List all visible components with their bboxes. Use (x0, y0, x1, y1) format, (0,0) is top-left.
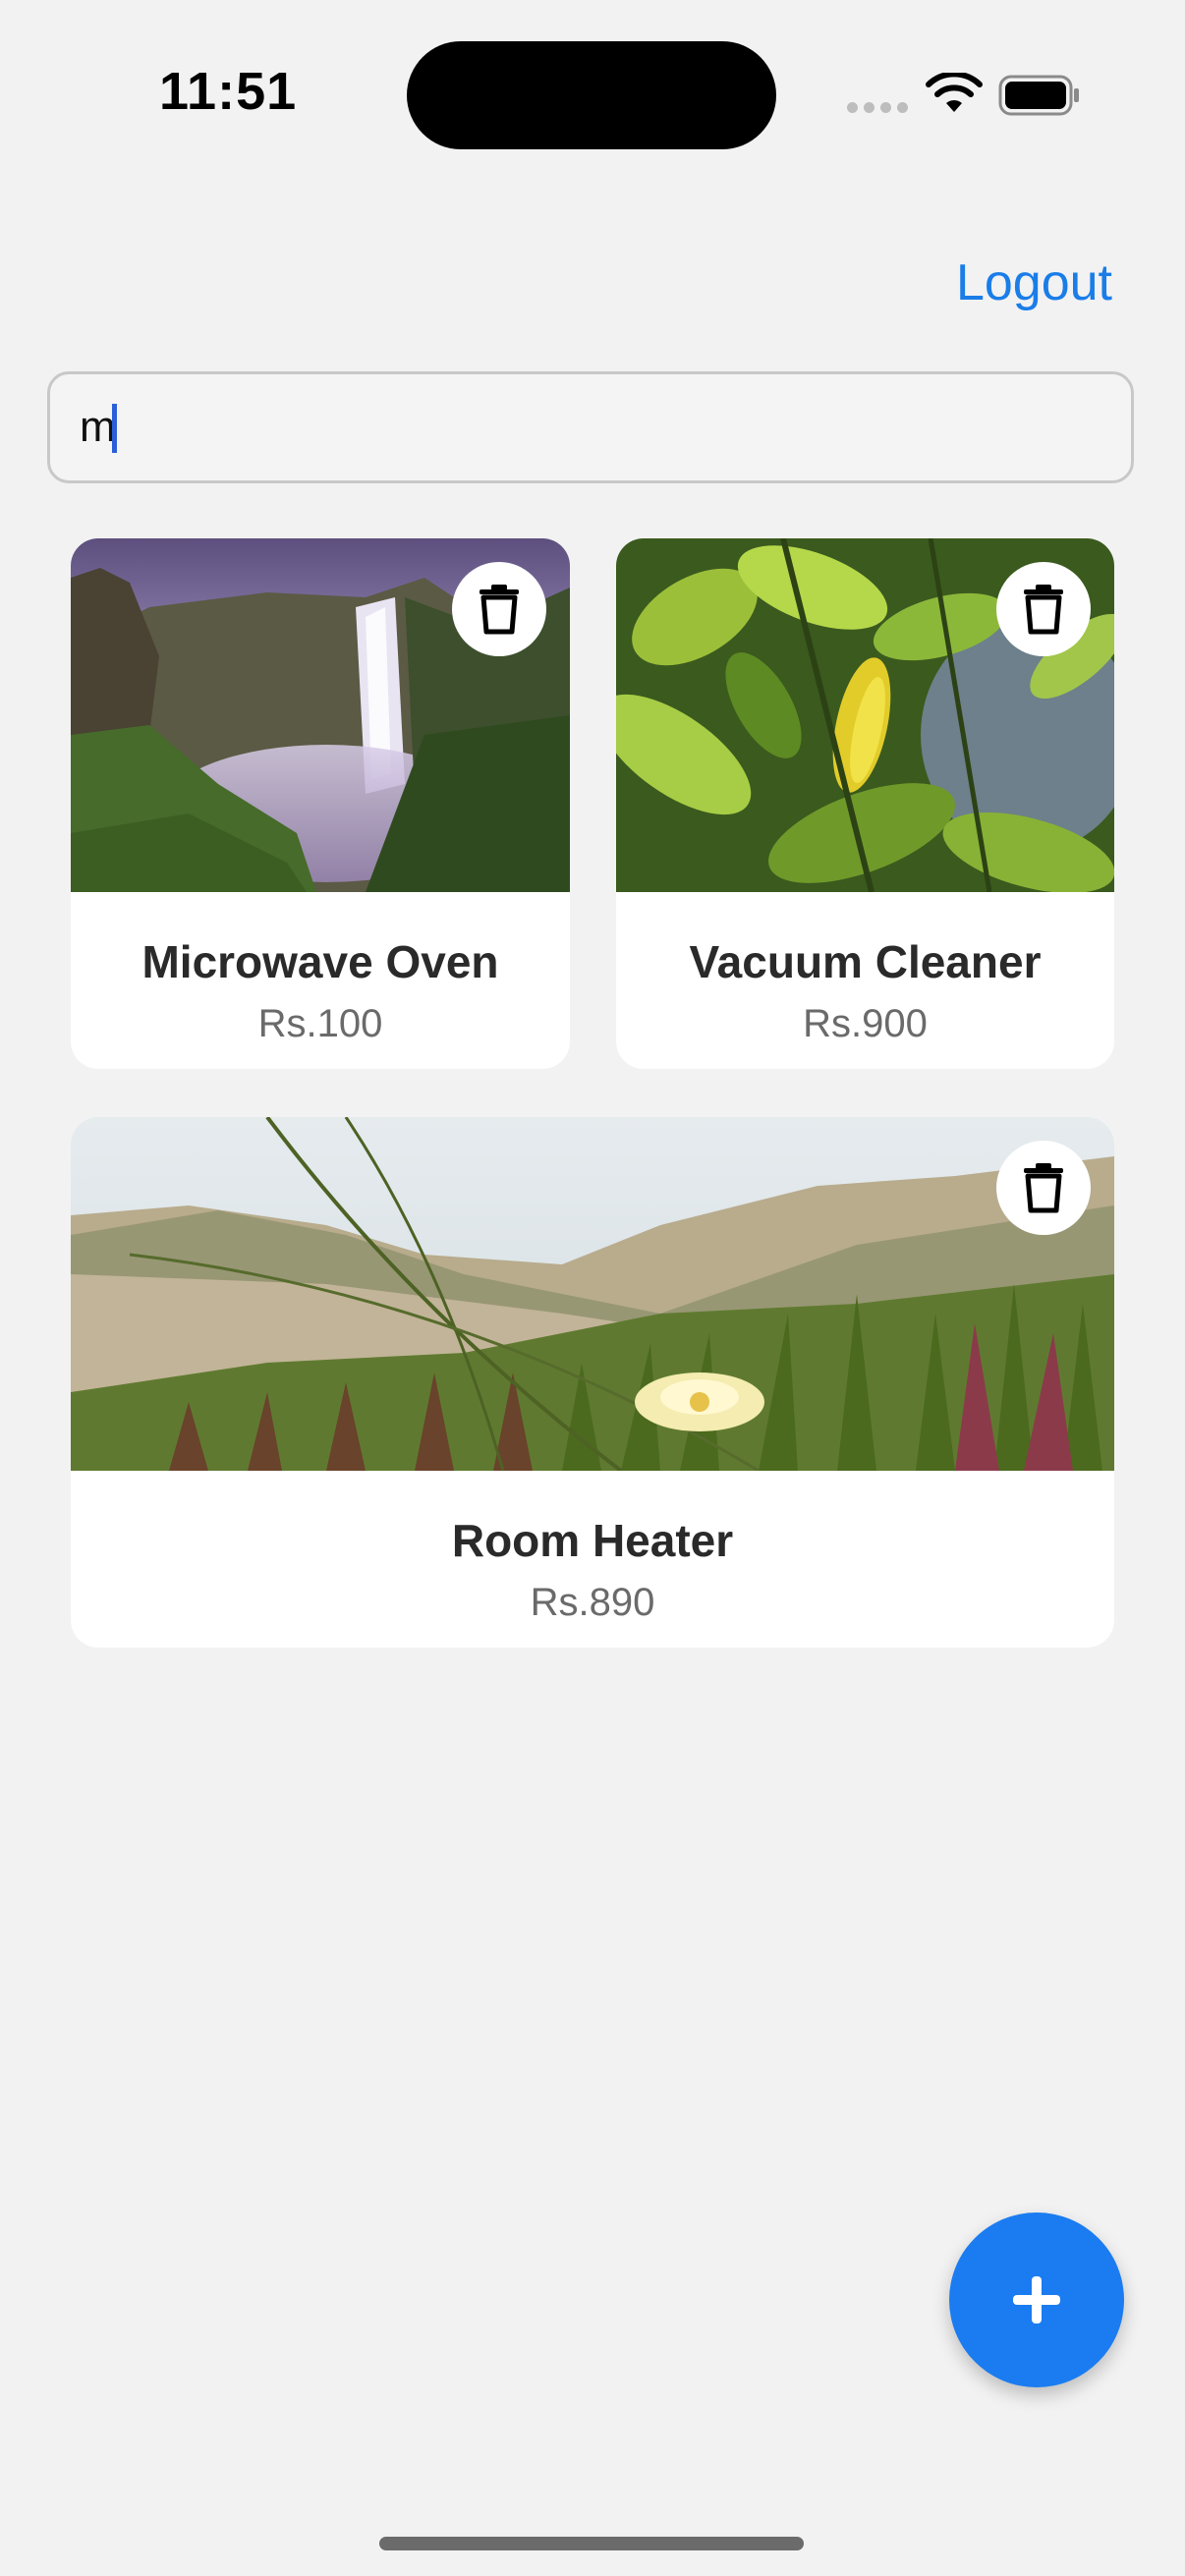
delete-button[interactable] (452, 562, 546, 656)
status-time: 11:51 (159, 62, 298, 121)
delete-button[interactable] (996, 1141, 1091, 1235)
product-title: Room Heater (451, 1515, 734, 1566)
text-caret (112, 404, 117, 453)
dynamic-island (407, 41, 776, 149)
add-item-button[interactable] (949, 2212, 1124, 2387)
dune-flower-photo (71, 1117, 1114, 1471)
wifi-icon (926, 73, 983, 112)
product-card-vacuum-cleaner[interactable]: Vacuum Cleaner Rs.900 (616, 538, 1114, 1069)
plus-icon (1013, 2276, 1060, 2324)
trash-icon (480, 585, 519, 635)
signal-dots-icon (847, 102, 908, 116)
battery-icon (998, 75, 1079, 116)
product-card-room-heater[interactable]: Room Heater Rs.890 (71, 1117, 1114, 1648)
delete-button[interactable] (996, 562, 1091, 656)
trash-icon (1024, 585, 1063, 635)
product-price: Rs.100 (257, 1002, 383, 1045)
logout-button[interactable]: Logout (956, 253, 1112, 312)
product-image (71, 1117, 1114, 1471)
trash-icon (1024, 1163, 1063, 1213)
home-indicator[interactable] (379, 2537, 804, 2550)
search-input[interactable] (47, 371, 1134, 483)
product-price: Rs.890 (530, 1581, 655, 1624)
product-price: Rs.900 (803, 1002, 928, 1045)
product-card-microwave-oven[interactable]: Microwave Oven Rs.100 (71, 538, 570, 1069)
product-title: Vacuum Cleaner (689, 936, 1042, 987)
product-title: Microwave Oven (141, 936, 499, 987)
